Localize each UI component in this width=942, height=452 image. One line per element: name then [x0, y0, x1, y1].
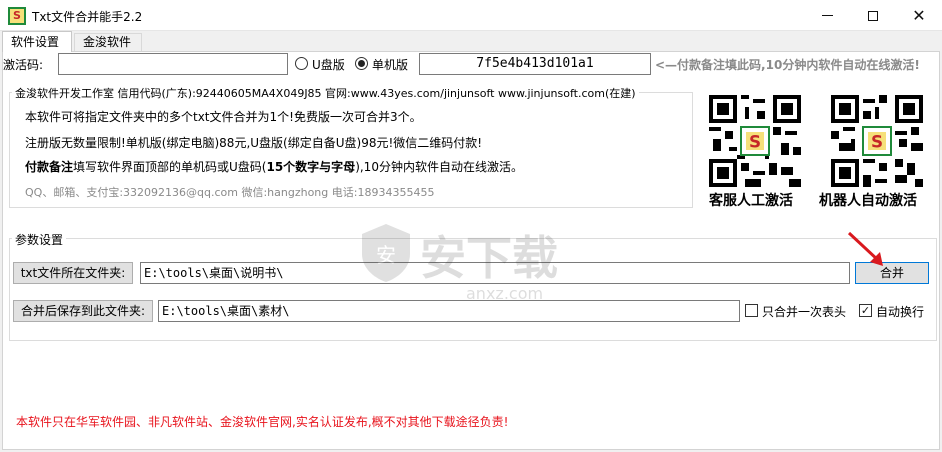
company-line: 金浚软件开发工作室 信用代码(广东):92440605MA4X049J85 官网… — [12, 85, 639, 101]
red-arrow-icon — [847, 231, 883, 266]
window-title: Txt文件合并能手2.2 — [32, 10, 143, 24]
watermark-sub: anxz.com — [466, 284, 544, 303]
activation-hint: <—付款备注填此码,10分钟内软件自动在线激活! — [655, 58, 920, 72]
title-bar[interactable]: S Txt文件合并能手2.2 ✕ — [0, 0, 942, 31]
header-once-label[interactable]: 只合并一次表头 — [762, 303, 846, 320]
auto-newline-label[interactable]: 自动换行 — [876, 303, 924, 320]
close-button[interactable]: ✕ — [896, 0, 942, 31]
params-legend: 参数设置 — [12, 231, 67, 248]
qr-caption-auto: 机器人自动激活 — [819, 193, 917, 209]
pc-mode-label[interactable]: 单机版 — [372, 56, 408, 73]
machine-code-field[interactable]: 7f5e4b413d101a1 — [419, 53, 651, 75]
maximize-icon — [868, 10, 878, 21]
footer-notice: 本软件只在华军软件园、非凡软件站、金浚软件官网,实名认证发布,概不对其他下载途径… — [16, 415, 509, 429]
watermark-text: 安下载 — [420, 231, 558, 285]
app-icon: S — [8, 7, 26, 25]
qr-code-icon: S — [831, 95, 923, 187]
minimize-icon — [821, 15, 833, 16]
activation-code-input[interactable] — [58, 53, 288, 75]
svg-text:安: 安 — [376, 243, 396, 267]
maximize-button[interactable] — [850, 0, 896, 31]
tab-strip: 软件设置 金浚软件 — [0, 31, 942, 52]
output-folder-input[interactable]: E:\tools\桌面\素材\ — [158, 300, 740, 322]
qr-code-icon: S — [709, 95, 801, 187]
pc-mode-radio[interactable] — [355, 57, 368, 70]
output-folder-button[interactable]: 合并后保存到此文件夹: — [13, 300, 153, 322]
tab-jinjun-software[interactable]: 金浚软件 — [74, 33, 142, 51]
svg-text:S: S — [749, 131, 761, 151]
shield-icon: 安 — [362, 224, 410, 282]
qr-caption-manual: 客服人工激活 — [709, 193, 793, 209]
info-line-3: 付款备注填写软件界面顶部的单机码或U盘码(15个数字与字母),10分钟内软件自动… — [25, 160, 523, 174]
watermark-logo: 安 安下载 anxz.com — [360, 222, 558, 303]
settings-panel: 激活码: U盘版 单机版 7f5e4b413d101a1 <—付款备注填此码,1… — [2, 51, 940, 450]
info-line-1: 本软件可将指定文件夹中的多个txt文件合并为1个!免费版一次可合并3个。 — [25, 110, 422, 124]
usb-mode-label[interactable]: U盘版 — [312, 56, 345, 73]
info-line-2: 注册版无数量限制!单机版(绑定电脑)88元,U盘版(绑定自备U盘)98元!微信二… — [25, 136, 483, 150]
tab-software-settings[interactable]: 软件设置 — [2, 31, 72, 52]
usb-mode-radio[interactable] — [295, 57, 308, 70]
header-once-checkbox[interactable] — [745, 304, 758, 317]
activation-code-label: 激活码: — [3, 58, 44, 72]
contact-line: QQ、邮箱、支付宝:332092136@qq.com 微信:hangzhong … — [25, 186, 435, 199]
svg-text:S: S — [871, 131, 883, 151]
source-folder-button[interactable]: txt文件所在文件夹: — [13, 262, 133, 284]
minimize-button[interactable] — [804, 0, 850, 31]
close-icon: ✕ — [912, 5, 926, 25]
auto-newline-checkbox[interactable]: ✓ — [859, 304, 872, 317]
client-area: 软件设置 金浚软件 激活码: U盘版 单机版 7f5e4b413d101a1 <… — [0, 31, 942, 452]
